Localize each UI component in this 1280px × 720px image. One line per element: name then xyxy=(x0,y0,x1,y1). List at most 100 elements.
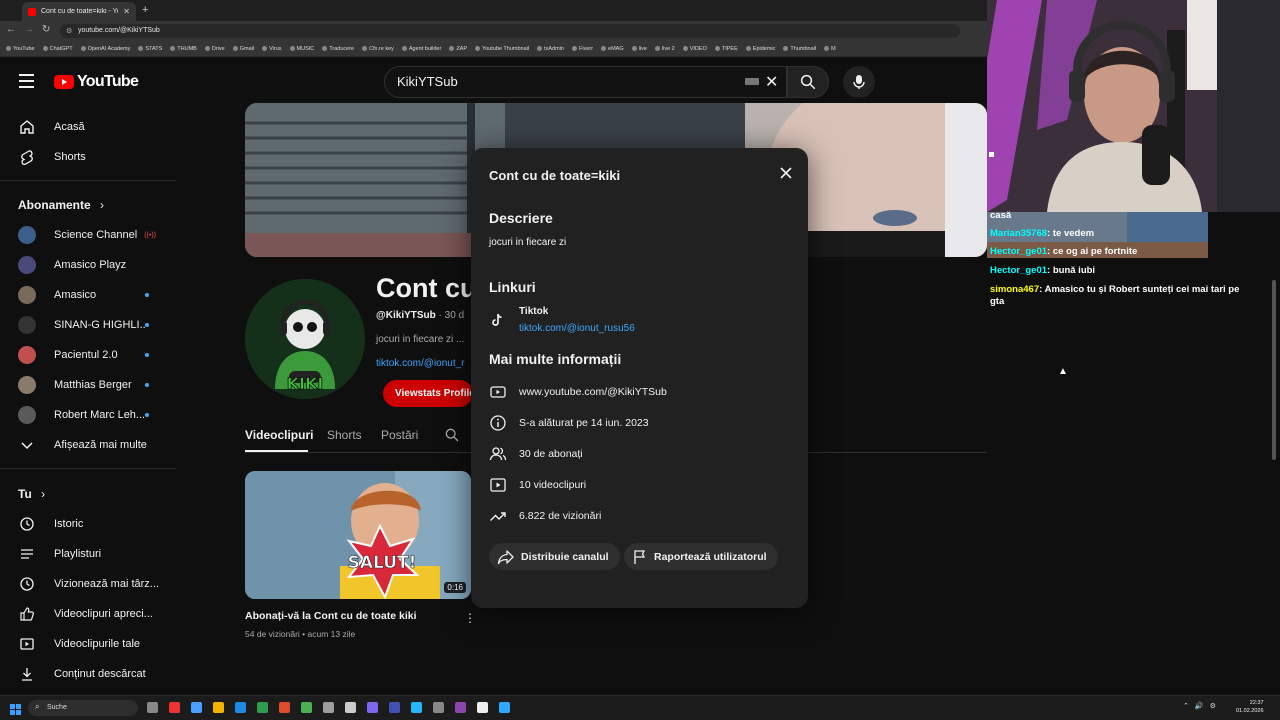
taskbar-app-icon[interactable] xyxy=(191,702,202,713)
bookmark-item[interactable]: STATS xyxy=(138,46,162,52)
taskbar-app-icon[interactable] xyxy=(389,702,400,713)
taskbar-app-icon[interactable] xyxy=(279,702,290,713)
taskbar-search[interactable]: Suche xyxy=(28,700,138,716)
taskbar-app-icon[interactable] xyxy=(477,702,488,713)
bookmark-item[interactable]: ChatGPT xyxy=(42,46,73,52)
browser-tab[interactable]: Cont cu de toate=kiki - YouTube ✕ xyxy=(22,2,136,21)
channel-description[interactable]: jocuri in fiecare zi ... xyxy=(376,334,464,345)
menu-icon[interactable] xyxy=(19,74,34,92)
bookmark-item[interactable]: Youtube Thumbnail xyxy=(475,46,529,52)
system-tray-icons[interactable]: ⌃🔊⚙ xyxy=(1183,702,1222,710)
reload-icon[interactable]: ↻ xyxy=(42,24,50,35)
sidebar-item-subscription[interactable]: Robert Marc Leh... xyxy=(0,400,176,430)
bookmark-favicon-icon xyxy=(783,46,789,51)
sidebar-item-playlists[interactable]: Playlisturi xyxy=(0,539,176,569)
keyboard-icon[interactable] xyxy=(745,78,759,85)
bookmark-item[interactable]: M xyxy=(824,46,836,52)
bookmark-item[interactable]: eMAG xyxy=(601,46,624,52)
tab-posts[interactable]: Postări xyxy=(381,428,418,442)
viewstats-profile-button[interactable]: Viewstats Profile xyxy=(383,380,473,407)
bookmark-item[interactable]: VIDEO xyxy=(682,45,707,52)
video-title[interactable]: Abonați-vă la Cont cu de toate kiki xyxy=(245,610,417,622)
bookmark-item[interactable]: Cfx.re key xyxy=(362,46,394,52)
search-input[interactable]: KikiYTSub xyxy=(384,66,787,98)
bookmark-item[interactable]: Thumbnail xyxy=(783,46,816,52)
voice-search-button[interactable] xyxy=(843,66,875,98)
search-button[interactable] xyxy=(787,66,829,98)
taskbar-app-icon[interactable] xyxy=(323,702,334,713)
more-vert-icon[interactable]: ⋮ xyxy=(464,611,476,625)
video-thumbnail[interactable]: SALUT! 0:16 xyxy=(245,471,471,599)
report-user-button[interactable]: Raportează utilizatorul xyxy=(624,543,778,570)
site-info-icon[interactable]: ⚙ xyxy=(66,27,72,35)
bookmark-favicon-icon xyxy=(601,46,607,51)
share-channel-button[interactable]: Distribuie canalul xyxy=(489,543,620,570)
taskbar-app-icon[interactable] xyxy=(301,702,312,713)
taskbar-app-icon[interactable] xyxy=(499,702,510,713)
windows-start-icon[interactable] xyxy=(10,702,21,715)
taskbar-app-icon[interactable] xyxy=(433,702,444,713)
youtube-logo[interactable]: YouTube xyxy=(54,73,139,91)
taskbar-app-icon[interactable] xyxy=(147,702,158,713)
subscriptions-header[interactable]: Abonamente › xyxy=(18,198,104,212)
chevron-right-icon: › xyxy=(100,198,105,212)
clear-search-icon[interactable]: ✕ xyxy=(765,72,778,92)
bookmark-item[interactable]: live xyxy=(631,46,647,52)
bookmark-item[interactable]: Virus xyxy=(262,46,282,52)
sidebar-item-subscription[interactable]: Amasico xyxy=(0,280,176,310)
forward-icon[interactable]: → xyxy=(24,24,34,35)
sidebar-item-subscription[interactable]: Amasico Playz xyxy=(0,250,176,280)
taskbar-app-icon[interactable] xyxy=(345,702,356,713)
tab-shorts[interactable]: Shorts xyxy=(327,428,362,442)
bookmark-label: Drive xyxy=(211,45,225,52)
show-more-button[interactable]: Afișează mai multe xyxy=(0,430,176,460)
channel-avatar[interactable]: KIKI xyxy=(245,279,365,399)
sidebar-item-downloads[interactable]: Conținut descărcat xyxy=(0,659,176,689)
bookmark-label: VIDEO xyxy=(689,45,707,52)
channel-search-button[interactable] xyxy=(444,427,460,448)
url-field[interactable]: youtube.com/@KikiYTSub xyxy=(60,24,960,38)
bookmark-item[interactable]: TIPEE xyxy=(714,46,738,52)
taskbar-app-icon[interactable] xyxy=(235,702,246,713)
sidebar-item-subscription[interactable]: Pacientul 2.0 xyxy=(0,340,176,370)
sidebar-item-your-videos[interactable]: Videoclipurile tale xyxy=(0,629,176,659)
bookmark-item[interactable]: live 2 xyxy=(654,46,675,52)
channel-link[interactable]: tiktok.com/@ionut_r xyxy=(376,358,465,369)
sidebar-item-liked-videos[interactable]: Videoclipuri apreci... xyxy=(0,599,176,629)
sidebar-item-history[interactable]: Istoric xyxy=(0,509,176,539)
sidebar-item-subscription[interactable]: SINAN-G HIGHLI... xyxy=(0,310,176,340)
bookmark-item[interactable]: Traducere xyxy=(322,46,354,52)
sidebar-item-subscription[interactable]: Matthias Berger xyxy=(0,370,176,400)
taskbar-app-icon[interactable] xyxy=(455,702,466,713)
sidebar-item-home[interactable]: Acasă xyxy=(0,112,176,142)
bookmark-item[interactable]: OpenAI Academy xyxy=(80,46,130,52)
back-icon[interactable]: ← xyxy=(6,24,16,35)
bookmark-item[interactable]: Agent builder xyxy=(401,46,441,52)
bookmark-item[interactable]: MUSIC xyxy=(289,46,314,52)
close-button[interactable] xyxy=(778,165,794,181)
taskbar-app-icon[interactable] xyxy=(367,702,378,713)
taskbar-app-icon[interactable] xyxy=(213,702,224,713)
page-scrollbar[interactable] xyxy=(1272,280,1276,460)
taskbar-app-icon[interactable] xyxy=(169,702,180,713)
you-header[interactable]: Tu › xyxy=(18,487,45,501)
bookmark-item[interactable]: Gmail xyxy=(232,46,254,52)
bookmark-item[interactable]: ZAP xyxy=(449,46,467,52)
info-row-url[interactable]: www.youtube.com/@KikiYTSub xyxy=(489,383,667,401)
tab-close-icon[interactable]: ✕ xyxy=(123,7,130,16)
taskbar-app-icon[interactable] xyxy=(257,702,268,713)
bookmark-item[interactable]: Drive xyxy=(204,45,225,52)
system-clock[interactable]: 22:37 01.02.2026 xyxy=(1236,699,1264,715)
bookmark-item[interactable]: txAdmin xyxy=(537,46,564,52)
link-url[interactable]: tiktok.com/@ionut_rusu56 xyxy=(519,323,635,334)
new-tab-button[interactable]: + xyxy=(142,4,148,16)
taskbar-app-icon[interactable] xyxy=(411,702,422,713)
bookmark-item[interactable]: Fiverr xyxy=(571,46,593,52)
bookmark-item[interactable]: YouTube xyxy=(6,46,35,52)
bookmark-item[interactable]: THUMB xyxy=(170,46,197,52)
sidebar-item-subscription[interactable]: Science Channel ((•)) xyxy=(0,220,176,250)
sidebar-item-shorts[interactable]: Shorts xyxy=(0,142,176,172)
bookmark-item[interactable]: Epidemic xyxy=(745,46,775,52)
tab-videos[interactable]: Videoclipuri xyxy=(245,428,313,442)
sidebar-item-watch-later[interactable]: Vizionează mai târz... xyxy=(0,569,176,599)
